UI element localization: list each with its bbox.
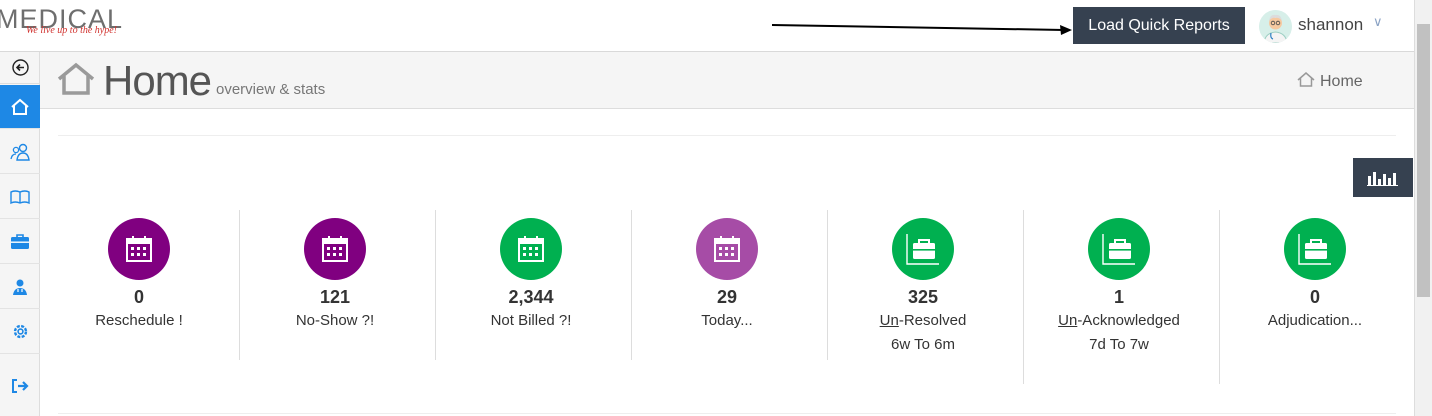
- stat-icon-circle: [1284, 218, 1346, 280]
- stat-unacknowledged[interactable]: 1 Un-Acknowledged 7d To 7w: [1024, 210, 1220, 384]
- main-content: Home overview & stats Home 0 Reschedule …: [40, 52, 1414, 416]
- stat-label: Adjudication...: [1267, 312, 1363, 329]
- stat-icon-circle: [108, 218, 170, 280]
- avatar[interactable]: [1259, 10, 1292, 43]
- stat-label: Un-Acknowledged: [1024, 312, 1214, 329]
- sidebar-item-briefcase[interactable]: [0, 220, 40, 264]
- stat-value: 2,344: [508, 287, 554, 307]
- briefcase-icon: [1298, 234, 1331, 265]
- bar-chart-icon: [1367, 171, 1398, 186]
- stat-icon-circle: [304, 218, 366, 280]
- gear-icon: [13, 324, 27, 339]
- home-icon: [11, 98, 29, 115]
- sidebar-item-user-doctor[interactable]: [0, 265, 40, 309]
- sidebar: [0, 52, 40, 416]
- stat-label: Reschedule !: [95, 312, 183, 329]
- scrollbar[interactable]: [1414, 0, 1432, 416]
- users-icon: [9, 143, 30, 161]
- sidebar-item-settings[interactable]: [0, 310, 40, 354]
- sidebar-item-logout[interactable]: [0, 355, 40, 416]
- stat-sublabel: 7d To 7w: [1089, 336, 1149, 353]
- book-icon: [10, 189, 30, 204]
- breadcrumb-home[interactable]: Home: [1320, 73, 1363, 91]
- stat-icon-circle: [892, 218, 954, 280]
- stat-no-show[interactable]: 121 No-Show ?!: [240, 210, 436, 384]
- sidebar-item-home[interactable]: [0, 85, 40, 129]
- chevron-down-icon[interactable]: ∨: [1373, 14, 1383, 30]
- stat-label: Un-Resolved: [828, 312, 1018, 329]
- stat-reschedule[interactable]: 0 Reschedule !: [44, 210, 240, 384]
- logo[interactable]: MEDICAL We live up to the hype!: [0, 4, 130, 44]
- calendar-icon: [322, 236, 348, 262]
- stat-adjudication[interactable]: 0 Adjudication...: [1220, 210, 1416, 384]
- stat-value: 0: [1309, 287, 1320, 307]
- sidebar-collapse-button[interactable]: [0, 52, 40, 84]
- breadcrumb-home-icon: [1297, 72, 1315, 87]
- divider: [58, 413, 1396, 414]
- stat-label: Not Billed ?!: [490, 312, 572, 329]
- divider: [58, 135, 1396, 136]
- stat-value: 325: [907, 287, 939, 307]
- stat-sublabel: 6w To 6m: [891, 336, 955, 353]
- calendar-icon: [518, 236, 544, 262]
- load-quick-reports-button[interactable]: Load Quick Reports: [1073, 7, 1245, 44]
- stat-label-rest: -Resolved: [898, 312, 967, 329]
- stat-label-prefix: Un: [879, 312, 899, 329]
- briefcase-icon: [906, 234, 939, 265]
- stat-value: 121: [319, 287, 351, 307]
- page-header: Home overview & stats Home: [40, 52, 1414, 109]
- briefcase-icon: [1102, 234, 1135, 265]
- calendar-icon: [126, 236, 152, 262]
- stat-label: Today...: [701, 312, 753, 329]
- stat-label-prefix: Un: [1058, 312, 1078, 329]
- logo-tagline: We live up to the hype!: [26, 25, 117, 36]
- page-title: Home: [103, 57, 212, 104]
- stat-unresolved[interactable]: 325 Un-Resolved 6w To 6m: [828, 210, 1024, 384]
- briefcase-icon: [11, 234, 29, 249]
- sidebar-item-book[interactable]: [0, 175, 40, 219]
- top-bar: MEDICAL We live up to the hype! Load Qui…: [0, 0, 1414, 52]
- user-doctor-icon: [13, 279, 27, 295]
- logout-icon: [12, 378, 29, 393]
- user-name[interactable]: shannon: [1298, 15, 1363, 35]
- stat-value: 0: [133, 287, 144, 307]
- back-arrow-icon: [11, 59, 29, 76]
- stat-icon-circle: [1088, 218, 1150, 280]
- stat-icon-circle: [500, 218, 562, 280]
- scrollbar-thumb[interactable]: [1417, 24, 1430, 297]
- stat-value: 1: [1113, 287, 1124, 307]
- stat-value: 29: [716, 287, 738, 307]
- arrow-annotation: [772, 24, 1072, 35]
- stats-row: 0 Reschedule ! 121 No-Show ?! 2,344 Not …: [44, 210, 1416, 386]
- stat-icon-circle: [696, 218, 758, 280]
- home-icon: [57, 62, 95, 95]
- sidebar-item-users[interactable]: [0, 130, 40, 174]
- calendar-icon: [714, 236, 740, 262]
- stat-label: No-Show ?!: [295, 312, 375, 329]
- stat-label-rest: -Acknowledged: [1077, 312, 1180, 329]
- stat-not-billed[interactable]: 2,344 Not Billed ?!: [436, 210, 632, 384]
- chart-toggle-button[interactable]: [1353, 158, 1413, 197]
- stat-today[interactable]: 29 Today...: [632, 210, 828, 384]
- page-subtitle: overview & stats: [216, 81, 326, 98]
